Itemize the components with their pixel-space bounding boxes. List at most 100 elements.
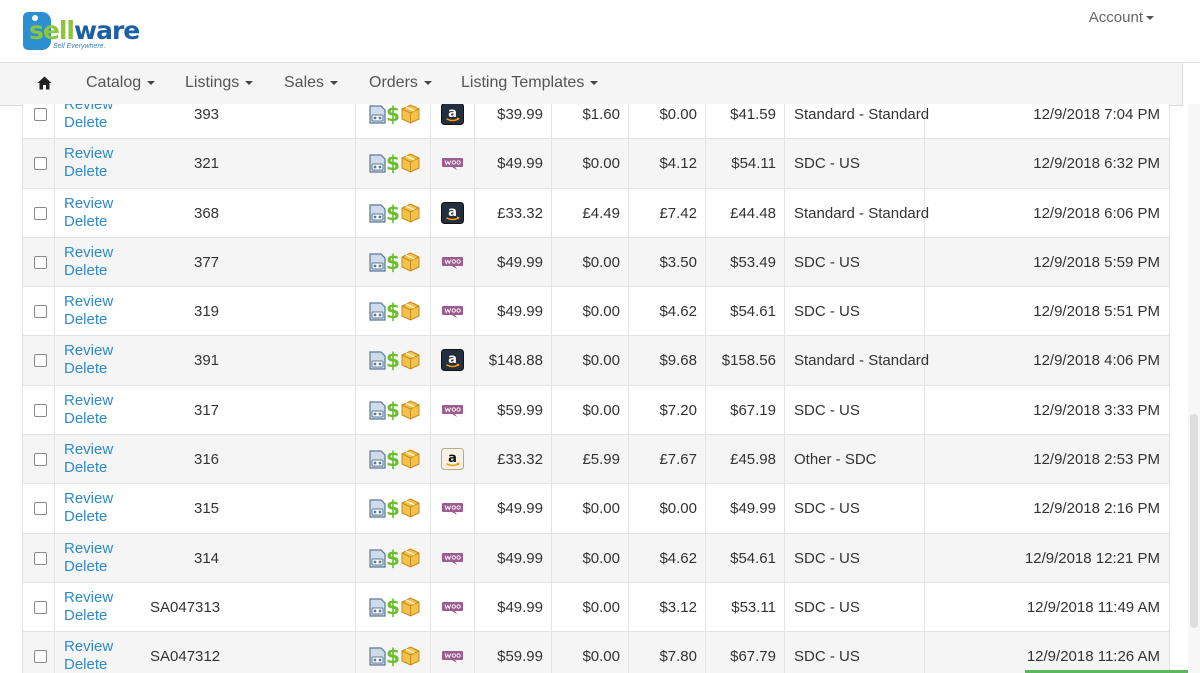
row-select-cell — [22, 237, 55, 287]
delete-link[interactable]: Delete — [64, 607, 107, 624]
nav-listings[interactable]: Listings — [185, 74, 254, 92]
woocommerce-icon — [442, 601, 463, 614]
tax-cell: $3.12 — [629, 582, 706, 632]
table-row[interactable]: Review Delete SA047313 $ $49.99 $0.00 $3.12 $53… — [22, 582, 1170, 633]
row-checkbox[interactable] — [34, 600, 47, 614]
total-cell: $53.11 — [706, 582, 785, 632]
row-actions: Review Delete — [55, 386, 140, 434]
shipping-cell: SDC - US — [785, 385, 925, 435]
review-link[interactable]: Review — [64, 639, 113, 655]
delete-link[interactable]: Delete — [64, 361, 107, 377]
payment-dollar-icon: $ — [386, 251, 400, 273]
review-link[interactable]: Review — [64, 491, 113, 507]
row-checkbox[interactable] — [34, 108, 47, 121]
table-row[interactable]: Review Delete 393 $ a $39.99 $1.60 $0.00 $41.59 S… — [22, 104, 1170, 140]
fee-cell: $0.00 — [552, 237, 629, 287]
review-link[interactable]: Review — [64, 294, 113, 310]
woocommerce-icon — [442, 158, 463, 171]
review-link[interactable]: Review — [64, 589, 113, 606]
chevron-down-icon — [1146, 16, 1154, 21]
delete-link[interactable]: Delete — [64, 164, 107, 180]
delete-link[interactable]: Delete — [64, 460, 107, 476]
sku-value: SA047313 — [150, 598, 221, 616]
shipping-value: SDC - US — [794, 648, 860, 666]
nav-sales[interactable]: Sales — [284, 74, 339, 92]
table-row[interactable]: Review Delete 317 $ $59.99 $0.00 $7.20 $67.19 SD… — [22, 385, 1170, 436]
fee-cell: $0.00 — [552, 484, 629, 533]
row-checkbox[interactable] — [34, 551, 47, 565]
review-link[interactable]: Review — [64, 104, 113, 113]
nav-orders[interactable]: Orders — [369, 74, 432, 92]
svg-text:$: $ — [386, 251, 400, 273]
account-menu[interactable]: Account — [1089, 9, 1154, 26]
delete-link[interactable]: Delete — [64, 262, 107, 279]
date-value: 12/9/2018 11:49 AM — [1026, 598, 1160, 616]
page-scrollbar[interactable] — [1188, 104, 1200, 673]
table-row[interactable]: Review Delete 377 $ $49.99 $0.00 $3.50 $53.49 SD… — [22, 237, 1170, 288]
price-value: $49.99 — [497, 500, 543, 518]
review-link[interactable]: Review — [64, 392, 113, 409]
review-link[interactable]: Review — [64, 540, 113, 557]
shipping-cell: SDC - US — [785, 287, 925, 336]
chevron-down-icon — [590, 80, 599, 85]
date-cell: 12/9/2018 7:04 PM — [925, 104, 1170, 139]
delete-link[interactable]: Delete — [64, 657, 107, 673]
review-link[interactable]: Review — [64, 442, 113, 458]
delete-link[interactable]: Delete — [64, 558, 107, 575]
price-value: $49.99 — [497, 549, 543, 567]
amazon-icon: a — [441, 349, 464, 372]
row-checkbox[interactable] — [34, 305, 47, 319]
delete-link[interactable]: Delete — [64, 115, 107, 131]
row-checkbox[interactable] — [34, 206, 47, 220]
review-link[interactable]: Review — [64, 195, 113, 212]
orders-table: Review Delete 393 $ a $39.99 $1.60 $0.00 $41.59 S… — [22, 104, 1170, 673]
row-checkbox[interactable] — [34, 403, 47, 417]
status-icons-cell: $ — [356, 188, 431, 237]
shipping-cell: SDC - US — [785, 533, 925, 582]
home-icon[interactable] — [37, 76, 52, 90]
row-actions: Review Delete — [55, 534, 140, 582]
row-checkbox[interactable] — [34, 354, 47, 368]
date-cell: 12/9/2018 5:59 PM — [925, 237, 1170, 287]
row-checkbox[interactable] — [34, 502, 47, 516]
shipping-value: SDC - US — [794, 500, 860, 518]
svg-text:$: $ — [386, 349, 400, 371]
row-checkbox[interactable] — [34, 453, 47, 467]
scrollbar-thumb[interactable] — [1190, 414, 1198, 628]
nav-catalog[interactable]: Catalog — [86, 74, 156, 92]
row-actions: Review Delete — [55, 583, 140, 631]
review-link[interactable]: Review — [64, 244, 113, 261]
table-row[interactable]: Review Delete 315 $ $49.99 $0.00 $0.00 $49.99 SD… — [22, 484, 1170, 534]
delete-link[interactable]: Delete — [64, 312, 107, 328]
status-icons-cell: $ — [356, 484, 431, 533]
shipping-value: SDC - US — [794, 401, 860, 419]
review-link[interactable]: Review — [64, 146, 113, 162]
delete-link[interactable]: Delete — [64, 509, 107, 525]
shipping-value: SDC - US — [794, 549, 860, 567]
table-row[interactable]: Review Delete 368 $ a £33.32 £4.49 £7.42 £44.48 S… — [22, 188, 1170, 238]
date-cell: 12/9/2018 11:49 AM — [925, 582, 1170, 632]
tax-value: $3.50 — [659, 253, 697, 271]
table-row[interactable]: Review Delete SA047312 $ $59.99 $0.00 $7.80 $67… — [22, 632, 1170, 673]
row-actions: Review Delete — [55, 104, 140, 138]
shipping-label-icon — [369, 450, 386, 469]
table-row[interactable]: Review Delete 319 $ $49.99 $0.00 $4.62 $54.61 SD… — [22, 287, 1170, 337]
shipping-label-icon — [369, 105, 386, 124]
table-row[interactable]: Review Delete 391 $ a $148.88 $0.00 $9.68 $158.5… — [22, 336, 1170, 386]
package-box-icon — [401, 548, 420, 568]
review-link[interactable]: Review — [64, 343, 113, 359]
table-row[interactable]: Review Delete 321 $ $49.99 $0.00 $4.12 $54.11 SD… — [22, 139, 1170, 189]
delete-link[interactable]: Delete — [64, 213, 107, 230]
tax-value: $9.68 — [659, 352, 697, 370]
row-checkbox[interactable] — [34, 157, 47, 171]
nav-listing-templates[interactable]: Listing Templates — [461, 74, 599, 92]
row-checkbox[interactable] — [34, 650, 47, 664]
row-checkbox[interactable] — [34, 255, 47, 269]
marketplace-cell — [431, 533, 475, 582]
sellware-logo[interactable]: sellware Sell Everywhere. — [23, 8, 143, 54]
table-row[interactable]: Review Delete 316 $ a £33.32 £5.99 £7.67 £45.98 O… — [22, 435, 1170, 485]
svg-text:a: a — [448, 352, 457, 367]
delete-link[interactable]: Delete — [64, 410, 107, 427]
date-cell: 12/9/2018 6:32 PM — [925, 139, 1170, 188]
table-row[interactable]: Review Delete 314 $ $49.99 $0.00 $4.62 $54.61 SD… — [22, 533, 1170, 583]
